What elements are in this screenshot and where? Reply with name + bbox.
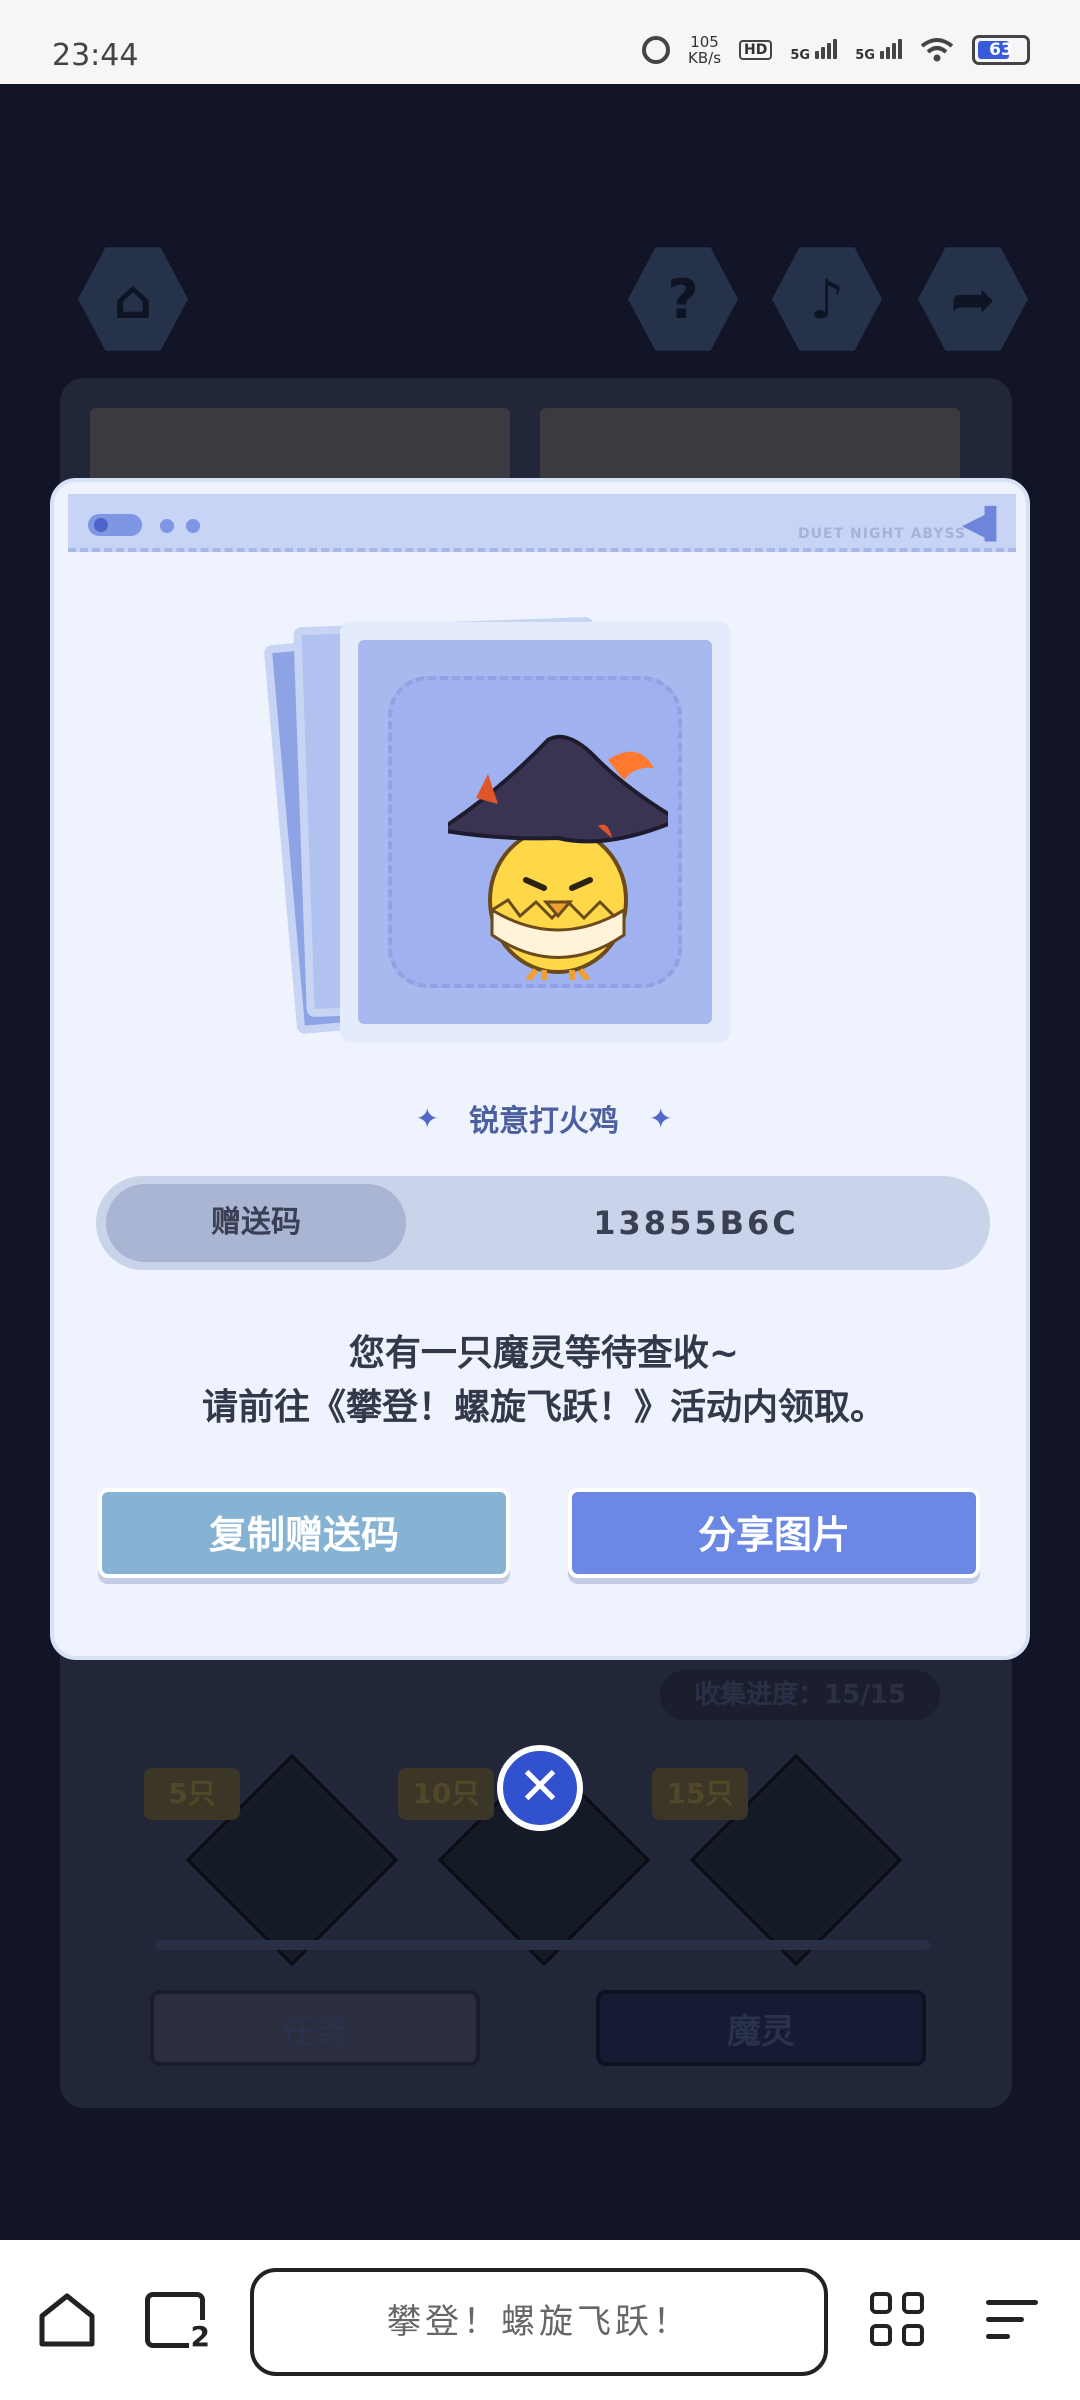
signal-label-1: 5G [790, 48, 811, 63]
pet-button[interactable]: 魔灵 [596, 1990, 926, 2066]
milestone-tag: 5只 [144, 1768, 240, 1820]
header-dot [160, 519, 174, 533]
gift-code-bar: 赠送码 13855B6C [96, 1176, 990, 1270]
home-icon[interactable]: ⌂ [78, 247, 188, 351]
home-nav-icon[interactable] [38, 2292, 96, 2348]
status-time: 23:44 [52, 38, 139, 73]
menu-icon[interactable] [986, 2300, 1038, 2340]
share-arrow-icon[interactable]: ➦ [918, 247, 1028, 351]
milestone-tag: 10只 [398, 1768, 494, 1820]
page-title-bar[interactable]: 攀登！螺旋飞跃！ [250, 2268, 828, 2376]
alarm-icon [642, 36, 671, 64]
gift-dialog: DUET NIGHT ABYSS ◀▌ ✦ 锐意打火鸡 ✦ 赠送码 13855B… [50, 478, 1030, 1660]
hd-icon: HD [739, 40, 773, 60]
signal-label-2: 5G [855, 48, 875, 63]
signal-icon-1: 5G [790, 37, 838, 63]
battery-icon: 63 [972, 35, 1030, 65]
speed-value: 105 [690, 33, 719, 51]
signal-icon-2: 5G [855, 37, 902, 63]
speed-unit: KB/s [688, 49, 722, 67]
pet-name: 锐意打火鸡 [469, 1104, 619, 1139]
pet-card [340, 622, 730, 1042]
apps-grid-icon[interactable] [870, 2292, 928, 2350]
music-icon[interactable]: ♪ [772, 247, 882, 351]
status-bar: 23:44 105 KB/s HD 5G 5G 63 [0, 0, 1080, 84]
screen: 23:44 105 KB/s HD 5G 5G 63 ⌂ ? ♪ ➦ 收集进度：… [0, 0, 1080, 2400]
bottom-nav: 2 攀登！螺旋飞跃！ [0, 2240, 1080, 2400]
close-icon[interactable]: ✕ [497, 1745, 583, 1831]
wifi-icon [920, 38, 954, 62]
brand-label: DUET NIGHT ABYSS [798, 526, 966, 542]
milestone-tag: 15只 [652, 1768, 748, 1820]
help-icon[interactable]: ? [628, 247, 738, 351]
collection-progress: 收集进度：15/15 [660, 1670, 940, 1720]
header-decoration [88, 514, 142, 536]
tab-count: 2 [188, 2320, 212, 2353]
header-dot [186, 519, 200, 533]
tabs-icon[interactable]: 2 [145, 2292, 212, 2353]
gift-code-label: 赠送码 [106, 1184, 406, 1262]
pet-chick-illustration [448, 734, 668, 980]
message-line-1: 您有一只魔灵等待查收~ [348, 1333, 740, 1374]
task-button[interactable]: 任务 [150, 1990, 480, 2066]
battery-level: 63 [989, 40, 1013, 60]
copy-code-button[interactable]: 复制赠送码 [98, 1488, 510, 1578]
message-line-2: 请前往《攀登！螺旋飞跃！》活动内领取。 [201, 1387, 886, 1428]
dialog-header: DUET NIGHT ABYSS ◀▌ [68, 494, 1016, 552]
pet-card-stack [263, 602, 730, 1042]
rewind-icon: ◀▌ [961, 507, 1008, 542]
sparkle-icon: ✦ [415, 1101, 439, 1135]
status-icons: 105 KB/s HD 5G 5G 63 [642, 34, 1030, 66]
gift-code-value[interactable]: 13855B6C [456, 1176, 936, 1270]
sparkle-icon: ✦ [649, 1101, 673, 1135]
pet-name-row: ✦ 锐意打火鸡 ✦ [54, 1096, 1026, 1140]
milestone-track [155, 1940, 930, 1950]
network-speed: 105 KB/s [688, 34, 721, 66]
share-image-button[interactable]: 分享图片 [568, 1488, 980, 1578]
